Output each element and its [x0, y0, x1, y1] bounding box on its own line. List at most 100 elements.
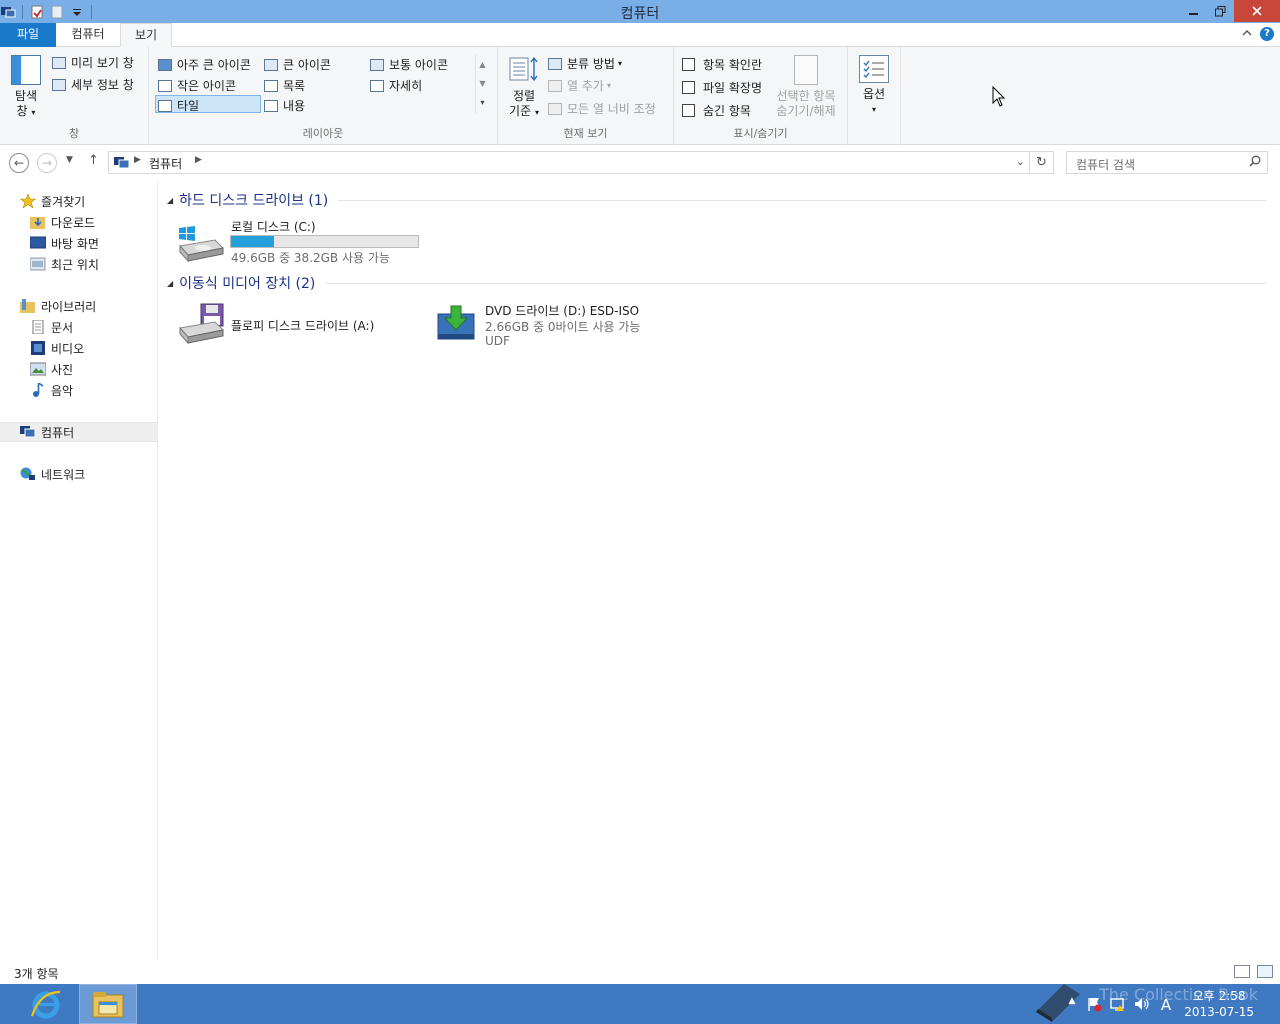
restore-button[interactable]: [1207, 0, 1234, 22]
videos-icon: [30, 341, 46, 355]
options-button[interactable]: 옵션 ▾: [854, 55, 894, 117]
drive-tile-c[interactable]: 로컬 디스크 (C:) 49.6GB 중 38.2GB 사용 가능: [177, 218, 427, 266]
volume-icon[interactable]: [1134, 996, 1150, 1012]
tab-view[interactable]: 보기: [120, 23, 172, 48]
group-by-button[interactable]: 분류 방법 ▾: [548, 55, 622, 72]
sort-by-icon: [509, 55, 539, 85]
layout-large-icons[interactable]: 큰 아이콘: [264, 56, 331, 73]
nav-item-documents[interactable]: 문서: [0, 317, 157, 337]
nav-item-pictures[interactable]: 사진: [0, 359, 157, 379]
nav-item-libraries[interactable]: 라이브러리: [0, 296, 157, 316]
breadcrumb-separator-icon[interactable]: ▶: [195, 155, 202, 165]
address-dropdown-chevron-icon[interactable]: ⌄: [1016, 155, 1025, 168]
list-label: 목록: [283, 79, 306, 93]
breadcrumb-separator-icon[interactable]: ▶: [134, 155, 141, 165]
item-checkboxes-checkbox[interactable]: [682, 58, 695, 71]
layout-tiles[interactable]: 타일: [158, 97, 199, 114]
details-pane-button[interactable]: 세부 정보 창: [52, 76, 134, 93]
back-button[interactable]: ←: [9, 153, 29, 173]
collapse-ribbon-chevron-icon[interactable]: [1242, 27, 1252, 40]
tab-computer[interactable]: 컴퓨터: [58, 23, 118, 47]
search-box[interactable]: 컴퓨터 검색: [1066, 151, 1268, 174]
ribbon-group-layout: 아주 큰 아이콘 큰 아이콘 보통 아이콘 작은 아이콘 목록 자세히 타일 내…: [149, 47, 498, 145]
ribbon-group-current-view: 정렬 기준 ▾ 분류 방법 ▾ 열 추가 ▾ 모든 열 너비 조정 현재 보기: [498, 47, 674, 145]
search-icon[interactable]: [1249, 155, 1261, 170]
nav-label-pictures: 사진: [51, 362, 74, 377]
nav-item-downloads[interactable]: 다운로드: [0, 212, 157, 232]
layout-small-icons[interactable]: 작은 아이콘: [158, 77, 236, 94]
ribbon-group-label-current-view: 현재 보기: [563, 127, 608, 140]
nav-item-videos[interactable]: 비디오: [0, 338, 157, 358]
ime-indicator[interactable]: A: [1158, 996, 1174, 1014]
clock-time: 오후 2:58: [1192, 989, 1246, 1003]
refresh-button[interactable]: ↻: [1029, 152, 1053, 173]
clock[interactable]: 오후 2:58 2013-07-15: [1184, 988, 1254, 1020]
pictures-icon: [29, 362, 47, 376]
layout-list[interactable]: 목록: [264, 77, 305, 94]
nav-item-recent[interactable]: 최근 위치: [0, 254, 157, 274]
drive-tile-d[interactable]: DVD 드라이브 (D:) ESD-ISO 2.66GB 중 0바이트 사용 가…: [437, 302, 687, 352]
tiles-icon: [158, 99, 172, 112]
gallery-up-icon[interactable]: ▲: [476, 55, 489, 74]
large-icons-view-button[interactable]: [1257, 965, 1273, 978]
gallery-down-icon[interactable]: ▼: [476, 74, 489, 93]
nav-item-network[interactable]: 네트워크: [0, 464, 157, 484]
layout-medium-icons[interactable]: 보통 아이콘: [370, 56, 448, 73]
details-view-button[interactable]: [1234, 965, 1250, 978]
content-label: 내용: [283, 99, 306, 113]
navigation-pane-label-line2: 창 ▾: [16, 104, 36, 118]
network-status-icon[interactable]: [1110, 996, 1126, 1012]
nav-label-desktop: 바탕 화면: [51, 236, 99, 251]
large-icons-icon: [264, 58, 278, 71]
tray-overflow-chevron-icon[interactable]: ▲: [1064, 996, 1080, 1012]
nav-item-favorites[interactable]: 즐겨찾기: [0, 191, 157, 211]
preview-pane-button[interactable]: 미리 보기 창: [52, 54, 134, 71]
layout-extra-large-icons[interactable]: 아주 큰 아이콘: [158, 56, 251, 73]
drive-tile-a[interactable]: 플로피 디스크 드라이브 (A:): [177, 302, 417, 350]
taskbar-explorer-button[interactable]: [79, 984, 137, 1024]
forward-button[interactable]: →: [37, 153, 57, 173]
size-all-columns-button[interactable]: 모든 열 너비 조정: [548, 100, 656, 117]
hide-selected-button[interactable]: 선택한 항목 숨기기/해제: [770, 55, 842, 119]
breadcrumb-computer[interactable]: 컴퓨터: [149, 155, 182, 172]
tab-file[interactable]: 파일: [0, 23, 56, 47]
close-button[interactable]: [1234, 0, 1280, 22]
add-columns-chevron-icon: ▾: [606, 81, 611, 90]
item-checkboxes-toggle[interactable]: 항목 확인란: [682, 56, 762, 73]
nav-item-music[interactable]: 음악: [0, 380, 157, 400]
help-icon[interactable]: ?: [1260, 27, 1274, 41]
section-header-hard-disk[interactable]: ◢ 하드 디스크 드라이브 (1): [167, 189, 1267, 211]
gallery-more-icon[interactable]: ▾: [476, 93, 489, 112]
ribbon-group-options: 옵션 ▾: [848, 47, 901, 145]
navigation-pane-button[interactable]: 탐색 창 ▾: [6, 55, 46, 120]
hide-selected-label-line2: 숨기기/해제: [776, 104, 836, 118]
minimize-button[interactable]: [1180, 0, 1207, 22]
up-button[interactable]: ↑: [88, 153, 99, 168]
nav-item-desktop[interactable]: 바탕 화면: [0, 233, 157, 253]
file-extensions-checkbox[interactable]: [682, 81, 695, 94]
collapse-triangle-icon[interactable]: ◢: [167, 279, 173, 288]
hidden-items-checkbox[interactable]: [682, 104, 695, 117]
hidden-items-toggle[interactable]: 숨긴 항목: [682, 102, 751, 119]
nav-item-computer[interactable]: 컴퓨터: [0, 422, 157, 442]
taskbar-ie-button[interactable]: [22, 984, 72, 1024]
hidden-items-label: 숨긴 항목: [703, 104, 751, 118]
collapse-triangle-icon[interactable]: ◢: [167, 196, 173, 205]
recent-locations-chevron-icon[interactable]: ▼: [66, 155, 73, 165]
layout-details[interactable]: 자세히: [370, 77, 422, 94]
file-extensions-toggle[interactable]: 파일 확장명: [682, 79, 762, 96]
action-center-flag-icon[interactable]: [1086, 996, 1102, 1012]
nav-label-recent: 최근 위치: [51, 257, 99, 272]
network-icon: [20, 467, 36, 481]
add-columns-button[interactable]: 열 추가 ▾: [548, 77, 611, 94]
address-bar[interactable]: ▶ 컴퓨터 ▶ ⌄ ↻: [108, 151, 1054, 174]
section-header-removable[interactable]: ◢ 이동식 미디어 장치 (2): [167, 272, 1267, 294]
drive-a-name: 플로피 디스크 드라이브 (A:): [231, 319, 375, 333]
search-input[interactable]: 컴퓨터 검색: [1076, 156, 1135, 173]
add-columns-label: 열 추가: [567, 79, 604, 93]
layout-content[interactable]: 내용: [264, 97, 305, 114]
sort-by-button[interactable]: 정렬 기준 ▾: [504, 55, 544, 120]
preview-pane-label: 미리 보기 창: [71, 56, 134, 70]
ribbon-tabs: 파일 컴퓨터 보기 ?: [0, 23, 1280, 48]
layout-gallery-scroll[interactable]: ▲ ▼ ▾: [475, 55, 489, 113]
